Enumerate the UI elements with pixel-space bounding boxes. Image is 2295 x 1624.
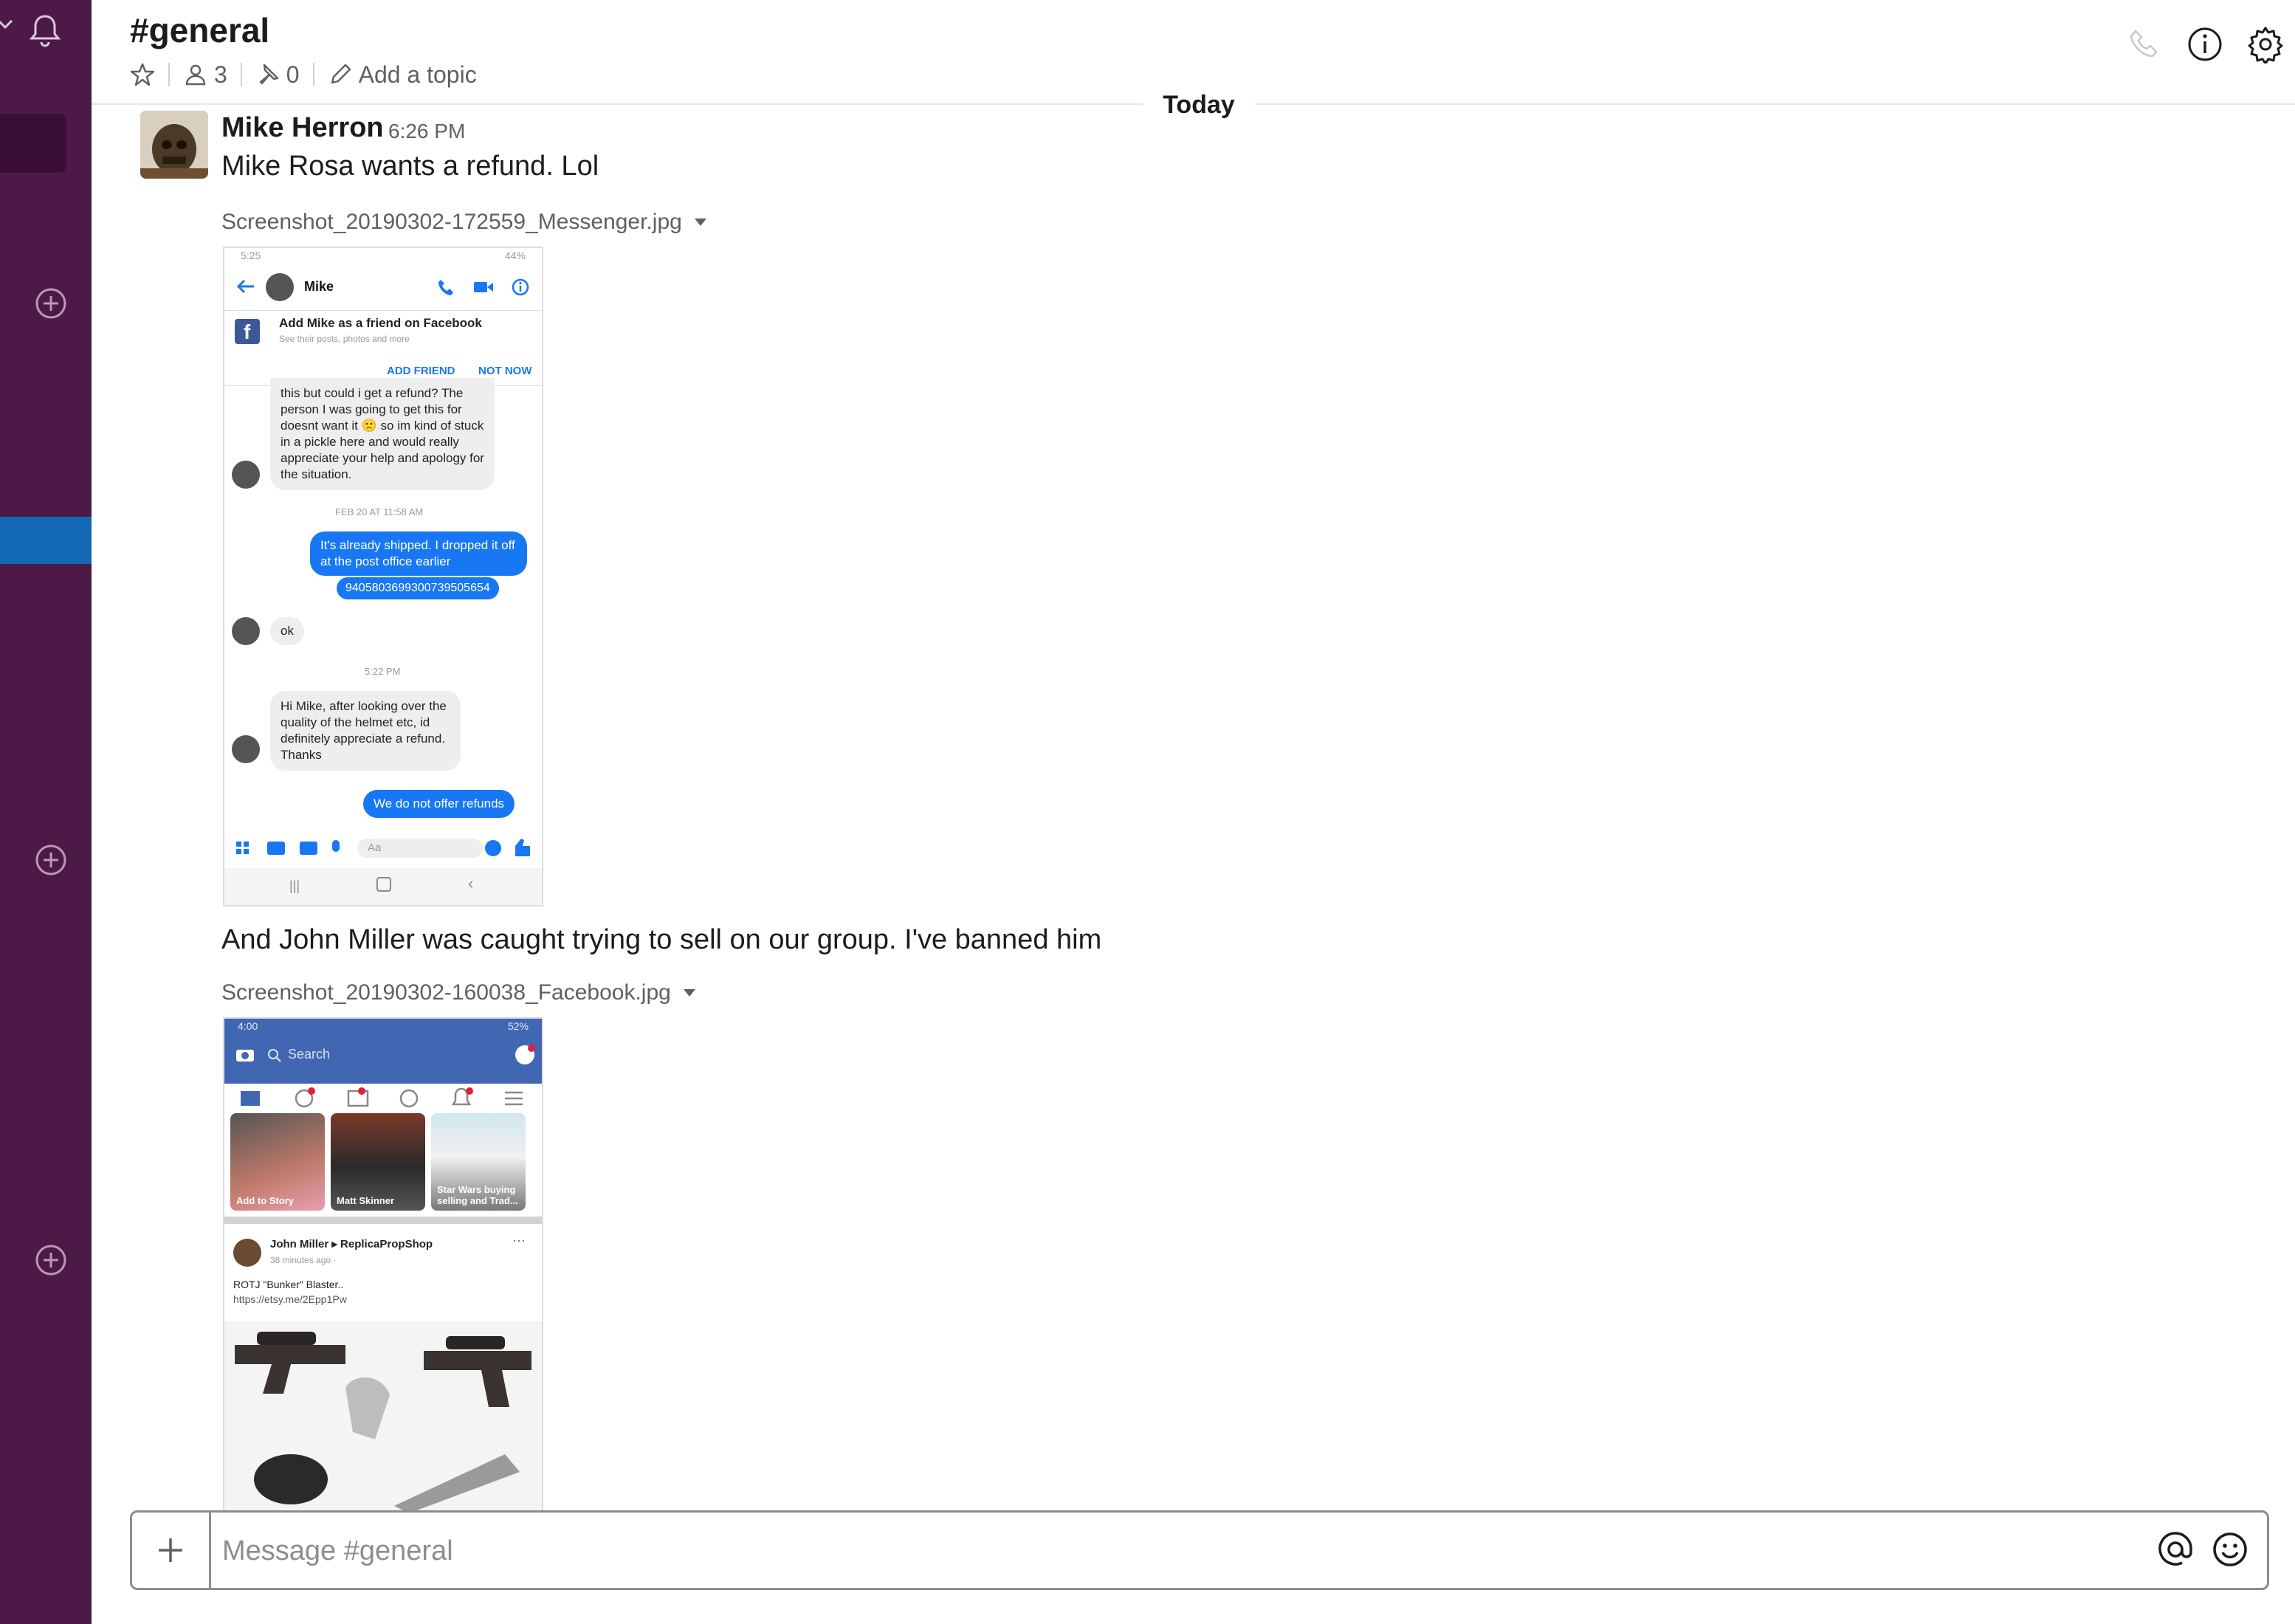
story-label: Add to Story xyxy=(236,1195,294,1206)
status-battery: 44% xyxy=(504,250,526,261)
messenger-screenshot-image[interactable]: 5:25 44% Mike f Add Mike as a friend on … xyxy=(223,247,543,906)
add-friend-title: Add Mike as a friend on Facebook xyxy=(279,316,482,330)
chat-avatar xyxy=(232,461,260,489)
star-button[interactable] xyxy=(130,62,155,87)
plus-icon xyxy=(159,1538,182,1562)
chat-bubble-sent: 9405803699300739505654 xyxy=(337,577,499,599)
post-link: https://etsy.me/2Epp1Pw xyxy=(233,1293,347,1305)
post-author-avatar xyxy=(233,1239,261,1267)
chat-timestamp: FEB 20 AT 11:58 AM xyxy=(335,506,424,517)
facebook-screenshot-image[interactable]: 4:00 52% Search Add to Story Matt Skinne… xyxy=(223,1017,543,1513)
emoji-icon[interactable] xyxy=(2211,1530,2249,1569)
phone-icon[interactable] xyxy=(2125,25,2164,63)
members-button[interactable]: 3 xyxy=(183,61,227,89)
pin-icon xyxy=(259,63,278,85)
messenger-toolbar xyxy=(236,839,530,858)
message-text: And John Miller was caught trying to sel… xyxy=(221,924,1102,955)
pinned-count: 0 xyxy=(286,61,300,88)
facebook-nav-tabs xyxy=(241,1087,523,1108)
story-card: Star Wars buying selling and Trad... xyxy=(431,1113,526,1211)
story-label: Star Wars buying selling and Trad... xyxy=(437,1184,518,1206)
video-icon xyxy=(474,282,493,292)
chat-bubble: ok xyxy=(270,617,304,645)
divider xyxy=(240,63,242,86)
add-topic-label: Add a topic xyxy=(358,61,477,88)
info-icon xyxy=(512,278,529,296)
members-count: 3 xyxy=(214,61,227,88)
avatar[interactable] xyxy=(140,111,208,179)
nav-recents-icon: ||| xyxy=(289,878,300,893)
composer-actions xyxy=(2156,1530,2249,1569)
message-composer xyxy=(130,1510,2269,1590)
pencil-icon xyxy=(331,63,351,84)
story-card: Add to Story xyxy=(230,1113,325,1211)
avatar-image xyxy=(140,111,208,179)
post-text: ROTJ "Bunker" Blaster.. xyxy=(233,1279,344,1290)
sidebar-highlight-block[interactable] xyxy=(0,114,66,173)
story-label: Matt Skinner xyxy=(337,1195,395,1206)
chat-bubble: this but could i get a refund? The perso… xyxy=(270,378,495,490)
file-name-text: Screenshot_20190302-172559_Messenger.jpg xyxy=(221,210,682,234)
message-time[interactable]: 6:26 PM xyxy=(388,120,465,143)
mention-icon[interactable] xyxy=(2156,1530,2195,1569)
search-icon xyxy=(268,1049,281,1062)
divider xyxy=(168,63,170,86)
add-circle-icon[interactable] xyxy=(34,286,68,320)
chat-timestamp: 5:22 PM xyxy=(365,666,401,677)
story-card: Matt Skinner xyxy=(331,1113,425,1211)
more-options-icon: ··· xyxy=(512,1233,526,1248)
add-friend-subtitle: See their posts, photos and more xyxy=(279,334,410,344)
status-time: 5:25 xyxy=(241,250,261,261)
file-attachment-name[interactable]: Screenshot_20190302-172559_Messenger.jpg xyxy=(221,210,709,235)
member-icon xyxy=(185,64,206,86)
add-circle-icon[interactable] xyxy=(34,1243,68,1277)
post-time: 38 minutes ago · xyxy=(270,1255,337,1265)
add-topic-button[interactable]: Add a topic xyxy=(328,61,477,89)
divider xyxy=(312,63,314,86)
chevron-down-icon[interactable] xyxy=(0,16,15,31)
message-sender[interactable]: Mike Herron xyxy=(221,112,384,144)
status-time: 4:00 xyxy=(238,1020,258,1032)
file-name-text: Screenshot_20190302-160038_Facebook.jpg xyxy=(221,980,671,1005)
bell-icon[interactable] xyxy=(25,10,65,50)
caret-down-icon[interactable] xyxy=(692,216,709,229)
add-circle-icon[interactable] xyxy=(34,843,68,877)
message-input[interactable] xyxy=(221,1524,2069,1577)
contact-avatar xyxy=(266,273,294,301)
channel-title[interactable]: #general xyxy=(130,10,269,50)
nav-back-icon: ‹ xyxy=(468,874,474,892)
chat-bubble-sent: We do not offer refunds xyxy=(363,790,515,818)
chat-input-placeholder: Aa xyxy=(368,842,382,854)
file-attachment-name[interactable]: Screenshot_20190302-160038_Facebook.jpg xyxy=(221,980,698,1005)
chat-bubble: Hi Mike, after looking over the quality … xyxy=(270,691,461,771)
workspace-sidebar xyxy=(0,0,92,1624)
attach-button[interactable] xyxy=(132,1513,211,1588)
gear-icon[interactable] xyxy=(2246,25,2285,63)
facebook-logo-icon: f xyxy=(235,319,260,344)
post-photo xyxy=(224,1321,542,1512)
info-icon[interactable] xyxy=(2186,25,2224,63)
status-battery: 52% xyxy=(507,1020,529,1032)
not-now-link: NOT NOW xyxy=(478,365,532,377)
call-icon xyxy=(438,280,453,295)
add-friend-link: ADD FRIEND xyxy=(387,365,455,377)
date-divider[interactable]: Today xyxy=(1143,86,1255,124)
header-actions xyxy=(2125,25,2285,63)
chat-avatar xyxy=(232,617,260,645)
star-icon xyxy=(130,63,155,86)
camera-icon xyxy=(236,1050,254,1062)
back-arrow-icon xyxy=(236,279,254,294)
chat-bubble-sent: It's already shipped. I dropped it off a… xyxy=(310,531,527,576)
channel-meta: 3 0 Add a topic xyxy=(130,58,477,92)
messenger-icon xyxy=(515,1045,535,1064)
caret-down-icon[interactable] xyxy=(681,986,698,999)
contact-name: Mike xyxy=(304,279,334,294)
message-text: Mike Rosa wants a refund. Lol xyxy=(221,151,599,182)
pinned-button[interactable]: 0 xyxy=(255,61,300,89)
chat-avatar xyxy=(232,735,260,763)
sidebar-active-channel[interactable] xyxy=(0,517,92,564)
search-placeholder: Search xyxy=(288,1047,331,1062)
post-author: John Miller ▸ ReplicaPropShop xyxy=(270,1238,433,1250)
nav-home-icon xyxy=(376,877,391,892)
